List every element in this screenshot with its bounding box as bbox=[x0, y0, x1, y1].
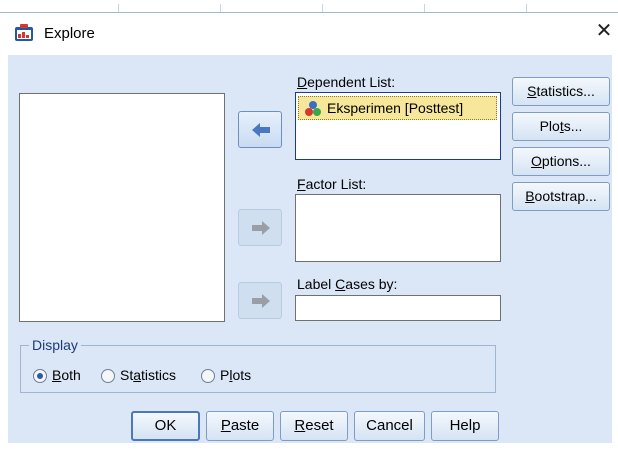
display-group bbox=[20, 345, 496, 393]
display-plots-label[interactable]: Plots bbox=[220, 367, 251, 383]
spss-app-icon bbox=[14, 24, 34, 42]
factor-list[interactable] bbox=[295, 194, 501, 262]
bootstrap-button[interactable]: Bootstrap... bbox=[512, 182, 610, 211]
factor-list-label: Factor List: bbox=[297, 176, 367, 192]
dependent-list-label: Dependent List: bbox=[297, 74, 396, 90]
paste-button[interactable]: Paste bbox=[206, 411, 274, 441]
help-button[interactable]: Help bbox=[431, 411, 499, 441]
display-both-radio[interactable] bbox=[33, 369, 47, 383]
close-icon[interactable]: ✕ bbox=[594, 20, 614, 42]
label-cases-by-label: Label Cases by: bbox=[297, 276, 398, 292]
scale-variable-icon bbox=[304, 100, 322, 118]
arrow-right-icon bbox=[252, 294, 270, 308]
move-dependent-arrow-button[interactable] bbox=[238, 111, 282, 148]
display-plots-radio[interactable] bbox=[201, 369, 215, 383]
window-title: Explore bbox=[44, 25, 95, 42]
arrow-right-icon bbox=[252, 221, 270, 235]
dependent-list-label-rest: ependent List: bbox=[307, 74, 396, 90]
move-label-cases-arrow-button[interactable] bbox=[238, 282, 282, 319]
dependent-item-label: Eksperimen [Posttest] bbox=[327, 100, 464, 116]
cancel-button[interactable]: Cancel bbox=[354, 411, 425, 441]
reset-button[interactable]: Reset bbox=[280, 411, 348, 441]
ok-button[interactable]: OK bbox=[131, 411, 200, 441]
display-statistics-radio[interactable] bbox=[101, 369, 115, 383]
arrow-left-icon bbox=[252, 123, 270, 137]
options-button[interactable]: Options... bbox=[512, 147, 610, 176]
top-separator bbox=[0, 0, 618, 14]
display-both-label[interactable]: Both bbox=[52, 367, 81, 383]
statistics-button[interactable]: Statistics... bbox=[512, 77, 610, 106]
move-factor-arrow-button[interactable] bbox=[238, 209, 282, 246]
display-group-label: Display bbox=[29, 337, 81, 353]
source-variable-list[interactable] bbox=[19, 93, 225, 322]
display-statistics-label[interactable]: Statistics bbox=[120, 367, 176, 383]
plots-button[interactable]: Plots... bbox=[512, 112, 610, 141]
dependent-list-item[interactable]: Eksperimen [Posttest] bbox=[298, 96, 497, 120]
label-cases-by-field[interactable] bbox=[295, 295, 501, 321]
